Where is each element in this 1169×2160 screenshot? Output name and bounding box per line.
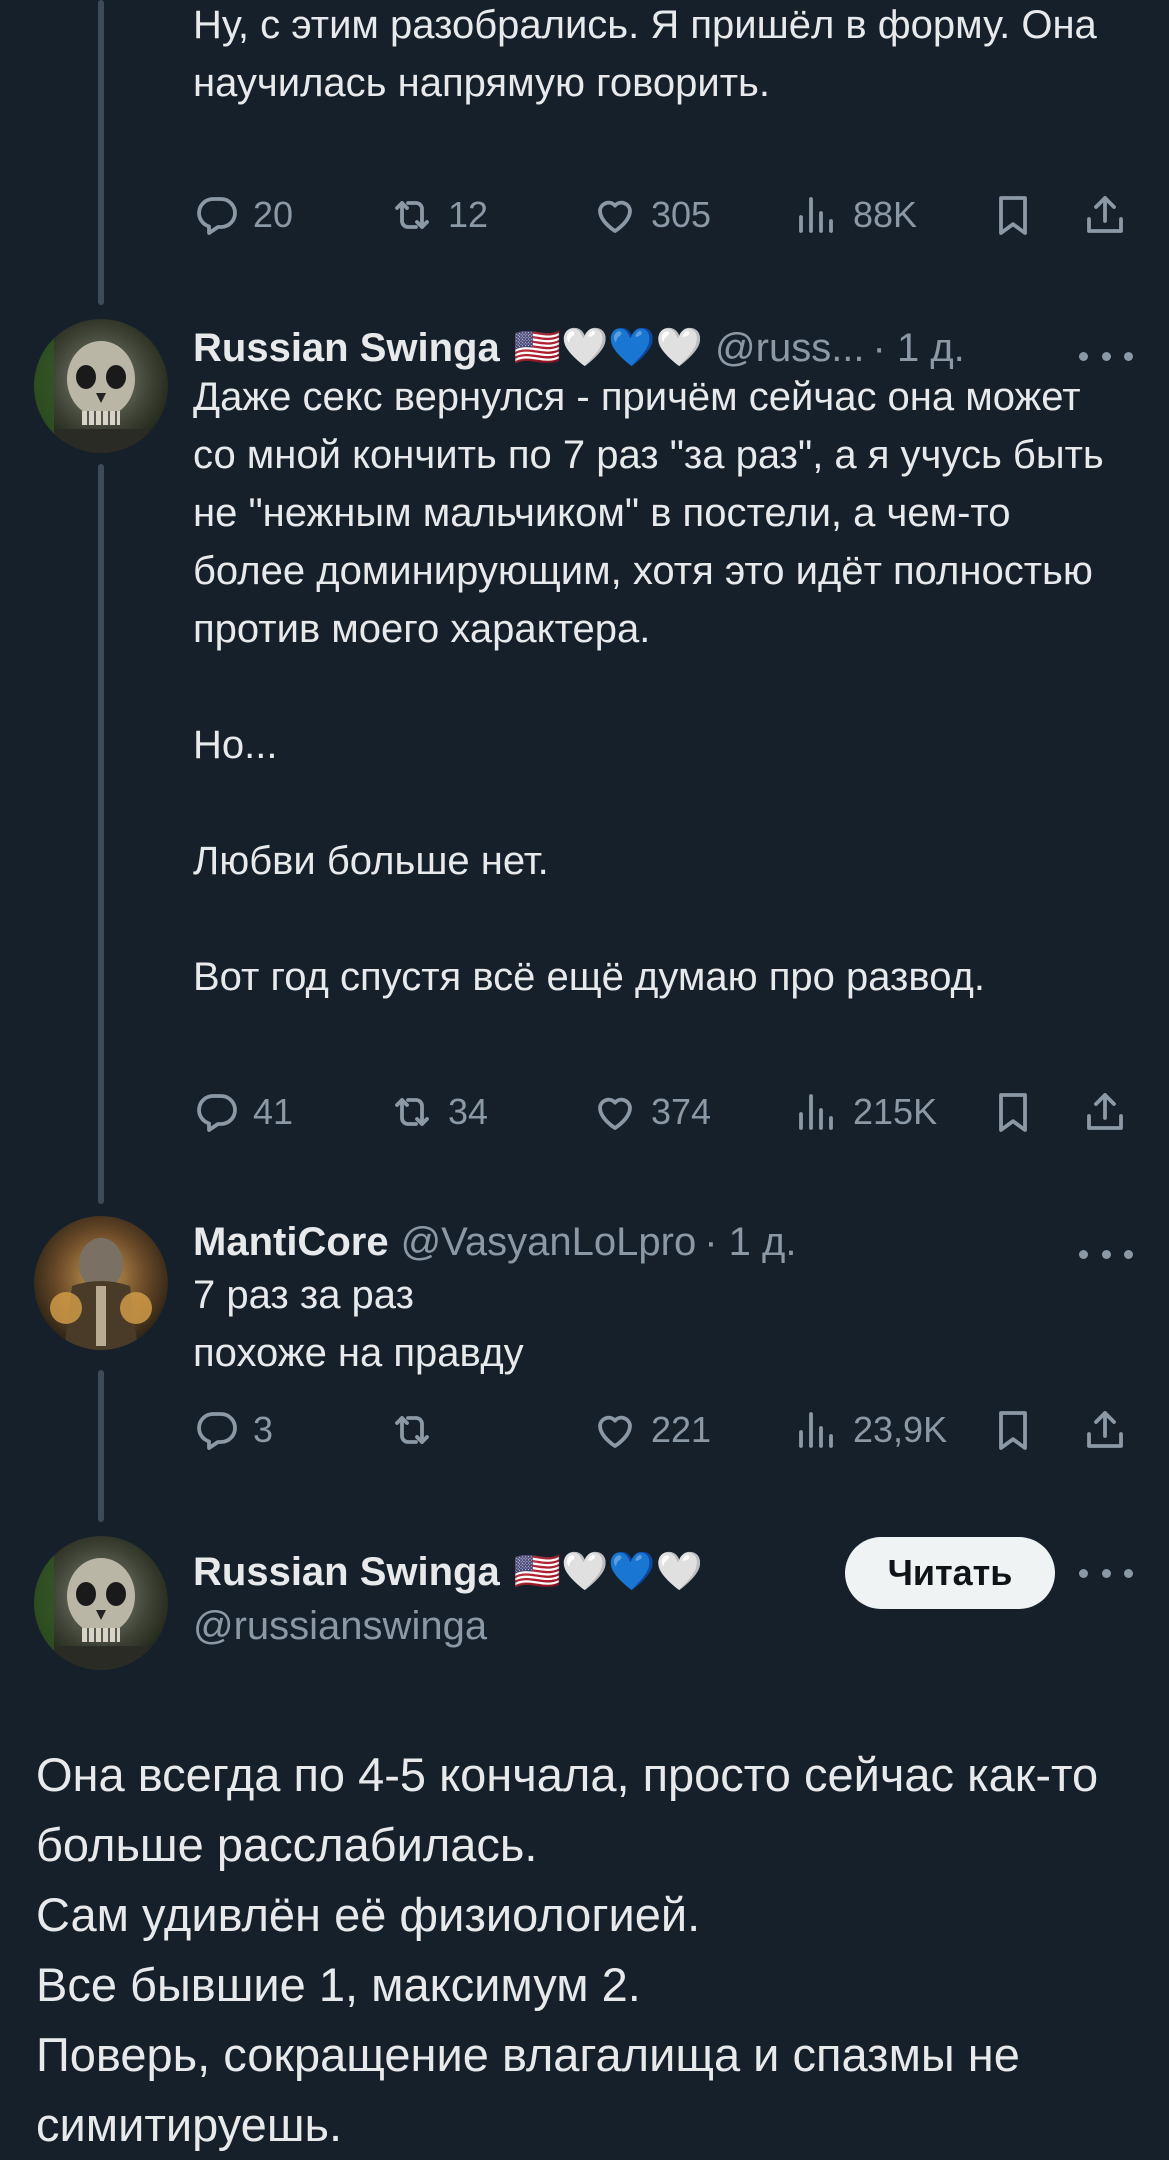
- like-button[interactable]: 305: [591, 185, 711, 245]
- more-icon: [1079, 351, 1088, 361]
- avatar[interactable]: [34, 1536, 168, 1670]
- tweet-text: 7 раз за раз похоже на правду: [193, 1273, 524, 1375]
- share-button[interactable]: [1081, 185, 1129, 245]
- share-button[interactable]: [1081, 1400, 1129, 1460]
- like-count: 221: [651, 1409, 712, 1450]
- skull-avatar-image: [34, 1536, 168, 1670]
- tweet[interactable]: Russian Swinga 🇺🇸🤍💙🤍 @russ... · 1 д. Даж…: [0, 300, 1169, 1170]
- name-emojis: 🇺🇸🤍💙🤍: [513, 327, 704, 369]
- like-icon: [591, 1088, 639, 1136]
- author-handle[interactable]: @russianswinga: [193, 1604, 487, 1649]
- reply-icon: [193, 191, 241, 239]
- views-button[interactable]: 215K: [793, 1082, 937, 1142]
- like-count: 305: [651, 194, 712, 235]
- name-emojis: 🇺🇸🤍💙🤍: [513, 1551, 704, 1593]
- bookmark-icon: [989, 1406, 1037, 1454]
- like-button[interactable]: 221: [591, 1400, 711, 1460]
- tweet[interactable]: Ну, с этим разобрались. Я пришёл в форму…: [0, 0, 1169, 300]
- share-icon: [1081, 1088, 1129, 1136]
- more-icon: [1079, 1249, 1088, 1259]
- bookmark-button[interactable]: [989, 1400, 1037, 1460]
- reply-count: 41: [253, 1091, 294, 1132]
- views-count: 215K: [853, 1091, 938, 1132]
- tweet-header: MantiCore @VasyanLoLpro · 1 д.: [193, 1212, 796, 1272]
- reply-button[interactable]: 41: [193, 1082, 293, 1142]
- share-icon: [1081, 1406, 1129, 1454]
- reply-icon: [193, 1406, 241, 1454]
- avatar[interactable]: [34, 1216, 168, 1350]
- author-handle[interactable]: @VasyanLoLpro: [401, 1220, 697, 1265]
- bookmark-button[interactable]: [989, 185, 1037, 245]
- tweet-text: Даже секс вернулся - причём сейчас она м…: [193, 375, 1104, 999]
- avatar[interactable]: [34, 319, 168, 453]
- author-name[interactable]: Russian Swinga: [193, 1550, 500, 1595]
- views-count: 88K: [853, 194, 918, 235]
- like-icon: [591, 1406, 639, 1454]
- main-tweet-text: Она всегда по 4-5 кончала, просто сейчас…: [36, 1748, 1099, 2151]
- reply-button[interactable]: 20: [193, 185, 293, 245]
- views-icon: [793, 191, 841, 239]
- tweet-actions: 20 12 305 88K: [193, 185, 1133, 245]
- reply-count: 20: [253, 194, 294, 235]
- reply-icon: [193, 1088, 241, 1136]
- reply-button[interactable]: 3: [193, 1400, 273, 1460]
- tweet[interactable]: MantiCore @VasyanLoLpro · 1 д. 7 раз за …: [0, 1200, 1169, 1520]
- more-button[interactable]: [1079, 1553, 1133, 1593]
- tweet-header: Russian Swinga 🇺🇸🤍💙🤍: [193, 1542, 703, 1602]
- views-count: 23,9K: [853, 1409, 948, 1450]
- bookmark-icon: [989, 191, 1037, 239]
- tweet-time[interactable]: · 1 д.: [704, 1220, 796, 1265]
- follow-button[interactable]: Читать: [845, 1537, 1055, 1609]
- views-button[interactable]: 88K: [793, 185, 917, 245]
- like-icon: [591, 191, 639, 239]
- author-handle-row: @russianswinga: [193, 1596, 487, 1656]
- skull-avatar-image: [34, 319, 168, 453]
- views-icon: [793, 1088, 841, 1136]
- tweet-text: Ну, с этим разобрались. Я пришёл в форму…: [193, 3, 1108, 105]
- retweet-count: 12: [448, 194, 489, 235]
- main-tweet[interactable]: Russian Swinga 🇺🇸🤍💙🤍 @russianswinga Чита…: [0, 1520, 1169, 2157]
- retweet-icon: [388, 1088, 436, 1136]
- views-button[interactable]: 23,9K: [793, 1400, 947, 1460]
- retweet-icon: [388, 191, 436, 239]
- tweet-actions: 3 221 23,9K: [193, 1400, 1133, 1460]
- bookmark-button[interactable]: [989, 1082, 1037, 1142]
- share-button[interactable]: [1081, 1082, 1129, 1142]
- warrior-avatar-image: [34, 1216, 168, 1350]
- retweet-icon: [388, 1406, 436, 1454]
- views-icon: [793, 1406, 841, 1454]
- retweet-button[interactable]: [388, 1400, 448, 1460]
- author-name[interactable]: MantiCore: [193, 1220, 389, 1265]
- retweet-button[interactable]: 12: [388, 185, 488, 245]
- author-handle[interactable]: @russ...: [715, 326, 865, 371]
- more-icon: [1079, 1568, 1088, 1578]
- retweet-button[interactable]: 34: [388, 1082, 488, 1142]
- tweet-actions: 41 34 374 215K: [193, 1082, 1133, 1142]
- bookmark-icon: [989, 1088, 1037, 1136]
- author-name[interactable]: Russian Swinga: [193, 326, 500, 371]
- reply-count: 3: [253, 1409, 274, 1450]
- retweet-count: 34: [448, 1091, 489, 1132]
- tweet-time[interactable]: · 1 д.: [873, 326, 965, 371]
- like-count: 374: [651, 1091, 712, 1132]
- like-button[interactable]: 374: [591, 1082, 711, 1142]
- share-icon: [1081, 191, 1129, 239]
